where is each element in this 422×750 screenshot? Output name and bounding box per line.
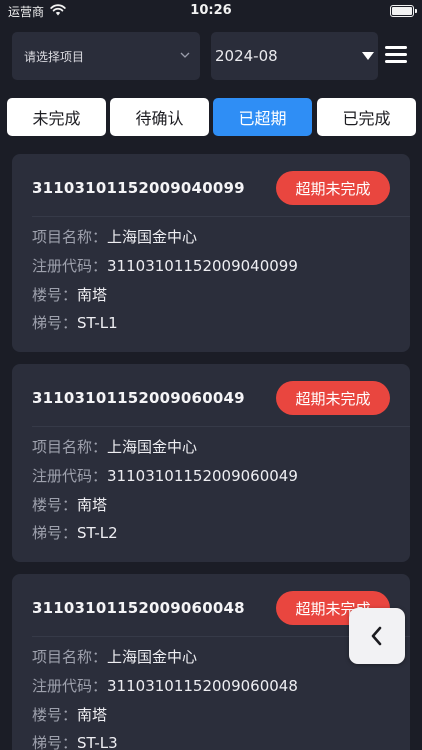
building-row: 楼号：南塔 [32,284,107,305]
building-value: 南塔 [77,496,108,514]
project-name-label: 项目名称： [32,438,108,456]
elevator-label: 梯号： [32,314,78,332]
elevator-row: 梯号：ST-L1 [32,312,118,333]
project-name-row: 项目名称：上海国金中心 [32,646,197,667]
elevator-value: ST-L2 [77,524,118,542]
building-label: 楼号： [32,706,78,724]
elevator-value: ST-L1 [77,314,118,332]
status-badge: 超期未完成 [276,381,390,415]
elevator-label: 梯号： [32,734,78,750]
project-name-value: 上海国金中心 [107,438,198,456]
task-card[interactable]: 31103101152009040099 超期未完成 项目名称：上海国金中心 注… [12,154,410,352]
elevator-row: 梯号：ST-L2 [32,522,118,543]
card-code-title: 31103101152009040099 [32,179,245,197]
card-divider [32,216,410,217]
elevator-value: ST-L3 [77,734,118,750]
building-label: 楼号： [32,496,78,514]
project-name-label: 项目名称： [32,648,108,666]
registration-code-label: 注册代码： [32,257,108,275]
building-row: 楼号：南塔 [32,494,107,515]
card-code-title: 31103101152009060049 [32,389,245,407]
project-name-label: 项目名称： [32,228,108,246]
building-value: 南塔 [77,706,108,724]
building-label: 楼号： [32,286,78,304]
registration-code-label: 注册代码： [32,467,108,485]
registration-code-value: 31103101152009060049 [107,467,298,485]
project-name-row: 项目名称：上海国金中心 [32,226,197,247]
registration-code-label: 注册代码： [32,677,108,695]
project-name-value: 上海国金中心 [107,228,198,246]
registration-code-row: 注册代码：31103101152009060048 [32,675,298,696]
project-name-value: 上海国金中心 [107,648,198,666]
registration-code-row: 注册代码：31103101152009040099 [32,255,298,276]
task-card[interactable]: 31103101152009060049 超期未完成 项目名称：上海国金中心 注… [12,364,410,562]
building-value: 南塔 [77,286,108,304]
registration-code-row: 注册代码：31103101152009060049 [32,465,298,486]
back-button[interactable] [349,608,405,664]
registration-code-value: 31103101152009040099 [107,257,298,275]
registration-code-value: 31103101152009060048 [107,677,298,695]
building-row: 楼号：南塔 [32,704,107,725]
project-name-row: 项目名称：上海国金中心 [32,436,197,457]
inspection-list-page: 运营商 10:26 请选择项目 2024-08 未完成 待确认 已超期 已完成 [0,0,422,750]
card-code-title: 31103101152009060048 [32,599,245,617]
elevator-label: 梯号： [32,524,78,542]
elevator-row: 梯号：ST-L3 [32,732,118,750]
chevron-left-icon [371,626,382,646]
task-card[interactable]: 31103101152009060048 超期未完成 项目名称：上海国金中心 注… [12,574,410,750]
card-divider [32,426,410,427]
status-badge: 超期未完成 [276,171,390,205]
